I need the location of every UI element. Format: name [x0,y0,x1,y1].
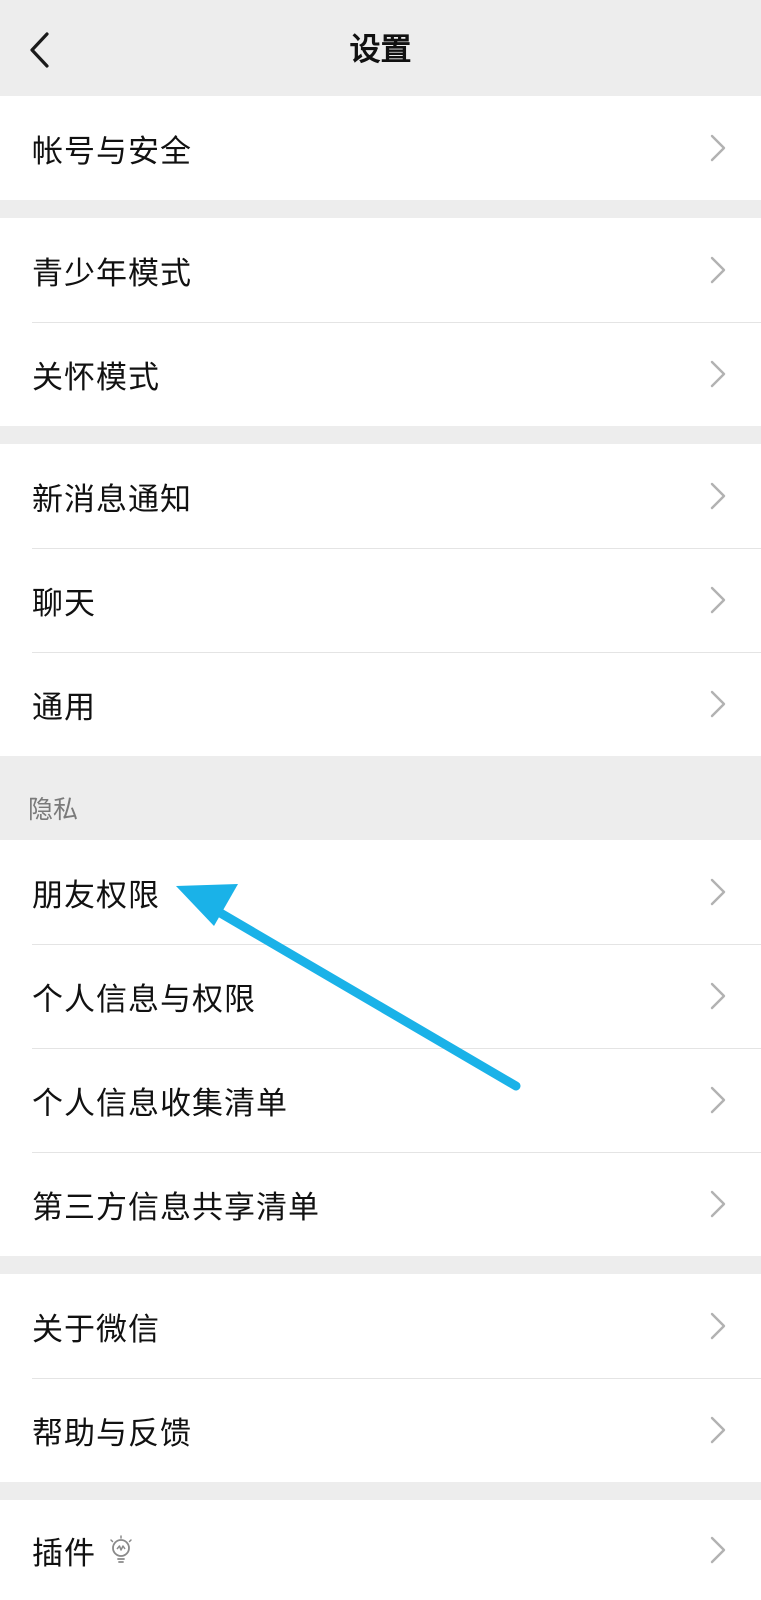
settings-item-label: 第三方信息共享清单 [32,1189,320,1226]
chevron-right-icon [710,586,726,614]
group-spacer [0,1482,761,1500]
settings-group-plugins: 插件 [0,1500,761,1600]
chevron-right-icon [710,482,726,510]
chevron-right-icon [710,1416,726,1444]
chevron-right-icon [710,134,726,162]
settings-item-label: 个人信息与权限 [32,981,256,1018]
chevron-right-icon [710,1086,726,1114]
lightbulb-icon [110,1535,132,1563]
settings-group-modes: 青少年模式 关怀模式 [0,218,761,426]
settings-item-label: 通用 [32,689,96,726]
group-spacer [0,426,761,444]
group-spacer [0,200,761,218]
chevron-right-icon [710,1536,726,1564]
settings-item-plugins[interactable]: 插件 [0,1500,761,1600]
settings-item-label: 新消息通知 [32,481,192,518]
chevron-right-icon [710,982,726,1010]
settings-item-label: 插件 [32,1535,96,1572]
settings-item-personal-info-list[interactable]: 个人信息收集清单 [0,1048,761,1152]
chevron-right-icon [710,690,726,718]
navigation-bar: 设置 [0,0,761,96]
page-title: 设置 [349,32,412,68]
settings-item-about-wechat[interactable]: 关于微信 [0,1274,761,1378]
settings-item-label: 帐号与安全 [32,133,192,170]
settings-item-third-party-sharing-list[interactable]: 第三方信息共享清单 [0,1152,761,1256]
section-header-label: 隐私 [28,795,79,824]
settings-group-about: 关于微信 帮助与反馈 [0,1274,761,1482]
chevron-right-icon [710,878,726,906]
settings-item-label: 关怀模式 [32,359,160,396]
settings-item-label: 关于微信 [32,1311,160,1348]
settings-item-care-mode[interactable]: 关怀模式 [0,322,761,426]
settings-item-help-feedback[interactable]: 帮助与反馈 [0,1378,761,1482]
settings-group-general: 新消息通知 聊天 通用 [0,444,761,756]
settings-item-label: 帮助与反馈 [32,1415,192,1452]
settings-item-label: 青少年模式 [32,255,192,292]
settings-group-privacy: 朋友权限 个人信息与权限 个人信息收集清单 第三方信息共享清单 [0,840,761,1256]
settings-item-label: 朋友权限 [32,877,160,914]
settings-group-account: 帐号与安全 [0,96,761,200]
chevron-right-icon [710,256,726,284]
chevron-right-icon [710,1190,726,1218]
settings-item-friend-permissions[interactable]: 朋友权限 [0,840,761,944]
settings-item-personal-info-permissions[interactable]: 个人信息与权限 [0,944,761,1048]
settings-item-label: 个人信息收集清单 [32,1085,288,1122]
settings-item-label: 聊天 [32,585,96,622]
settings-item-notifications[interactable]: 新消息通知 [0,444,761,548]
settings-item-general[interactable]: 通用 [0,652,761,756]
settings-item-youth-mode[interactable]: 青少年模式 [0,218,761,322]
chevron-right-icon [710,360,726,388]
chevron-right-icon [710,1312,726,1340]
settings-item-chat[interactable]: 聊天 [0,548,761,652]
settings-item-account-security[interactable]: 帐号与安全 [0,96,761,200]
group-spacer [0,1256,761,1274]
section-header-privacy: 隐私 [0,756,761,840]
